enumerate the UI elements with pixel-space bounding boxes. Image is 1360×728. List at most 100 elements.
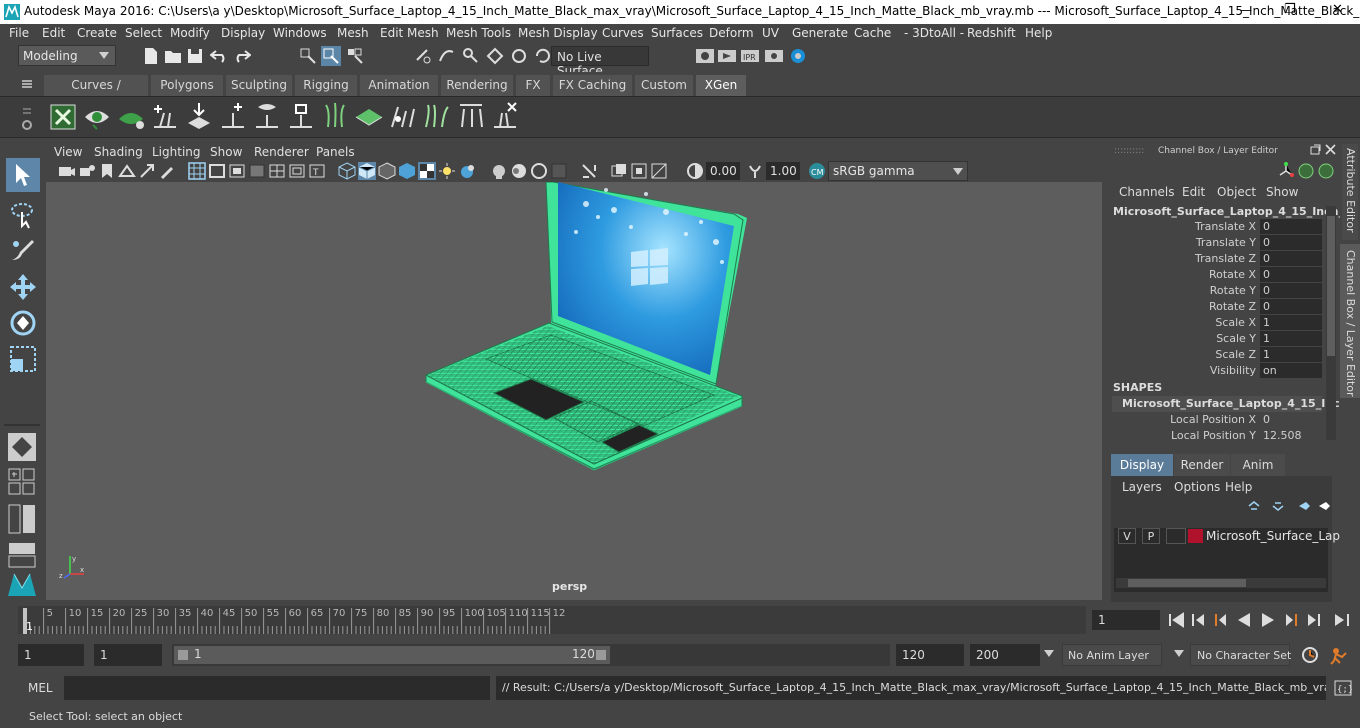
scrollbar-thumb[interactable] [1327, 216, 1335, 356]
layer-tab-anim[interactable]: Anim [1231, 454, 1285, 476]
menu-edit[interactable]: Edit [42, 26, 65, 40]
save-scene-icon[interactable] [187, 48, 203, 64]
xgen-guide-icon[interactable] [116, 103, 146, 131]
lasso-tool-icon[interactable] [8, 200, 38, 230]
menu-redshift[interactable]: Redshift [967, 26, 1016, 40]
script-editor-icon[interactable]: {;} [1334, 680, 1352, 696]
camera-attributes-icon[interactable] [78, 162, 96, 180]
shape-attr-row[interactable]: Local Position X0 [1108, 412, 1324, 428]
groom-patch-icon[interactable] [354, 101, 384, 131]
history-icon[interactable] [533, 46, 553, 66]
menu-mesh-tools[interactable]: Mesh Tools [446, 26, 511, 40]
tab-rendering[interactable]: Rendering [441, 75, 513, 96]
new-scene-icon[interactable] [143, 47, 159, 65]
guide-attribute-icon[interactable] [456, 101, 486, 131]
menu-cache[interactable]: Cache [854, 26, 891, 40]
snap-point-icon[interactable] [461, 46, 481, 66]
ipr-render-icon[interactable]: IPR [740, 47, 760, 65]
xray-components-icon[interactable] [630, 162, 648, 180]
attr-row[interactable]: Rotate Y0 [1108, 283, 1324, 299]
add-guide-icon[interactable] [150, 101, 180, 131]
tab-rigging[interactable]: Rigging [295, 75, 357, 96]
tab-fx-caching[interactable]: FX Caching [553, 75, 632, 96]
menu-uv[interactable]: UV [762, 26, 779, 40]
smooth-shade-icon[interactable] [358, 162, 376, 180]
xgen-preview-icon[interactable] [83, 103, 111, 131]
current-frame-field[interactable]: 1 [1092, 610, 1160, 630]
menu-help[interactable]: Help [1025, 26, 1052, 40]
menu-generate[interactable]: Generate [792, 26, 848, 40]
shape-name-row[interactable]: Microsoft_Surface_Laptop_4_15_Inc... [1112, 396, 1352, 412]
auto-key-icon[interactable] [1300, 645, 1320, 665]
use-all-lights-icon[interactable] [418, 162, 436, 180]
shelf-menu-icon[interactable] [20, 77, 34, 91]
menu-mesh-display[interactable]: Mesh Display [518, 26, 598, 40]
hyper-icon[interactable] [1317, 162, 1335, 180]
step-back-key-icon[interactable] [1212, 612, 1228, 628]
menu-display[interactable]: Display [221, 26, 265, 40]
menu-edit-mesh[interactable]: Edit Mesh [380, 26, 439, 40]
camera-select-icon[interactable] [58, 162, 76, 180]
film-gate-icon[interactable] [208, 162, 226, 180]
script-language-label[interactable]: MEL [28, 681, 53, 695]
shape-attr-row[interactable]: Local Position Y 12.508 [1108, 428, 1324, 444]
gamma-icon[interactable] [746, 162, 764, 180]
close-panel-icon[interactable] [1325, 144, 1336, 155]
attr-row[interactable]: Visibility on [1108, 363, 1324, 379]
shadows-icon[interactable] [438, 162, 456, 180]
xray-joints-icon[interactable] [610, 162, 628, 180]
chevron-down-icon[interactable] [1174, 650, 1184, 658]
shelf-options-icon[interactable] [20, 105, 34, 131]
vp-menu-show[interactable]: Show [210, 145, 242, 159]
range-handle-end[interactable] [596, 650, 606, 660]
attr-row[interactable]: Scale Y1 [1108, 331, 1324, 347]
menu-mesh[interactable]: Mesh [337, 26, 369, 40]
hypershade-icon[interactable] [788, 47, 808, 65]
cb-menu-channels[interactable]: Channels [1119, 185, 1175, 199]
minimize-button[interactable]: — [1240, 3, 1252, 17]
vp-menu-shading[interactable]: Shading [94, 145, 143, 159]
attr-row[interactable]: Translate X0 [1108, 219, 1324, 235]
bookmark-icon[interactable] [98, 162, 116, 180]
gamma-field[interactable]: 1.00 [766, 162, 800, 180]
cb-menu-object[interactable]: Object [1217, 185, 1256, 199]
field-chart-icon[interactable] [268, 162, 286, 180]
wireframe-icon[interactable] [338, 162, 356, 180]
move-layer-down-icon[interactable] [1271, 500, 1285, 512]
start-time-field[interactable]: 1 [18, 644, 84, 666]
close-button[interactable]: ✕ [1332, 2, 1343, 17]
render-settings-icon[interactable] [764, 47, 784, 65]
menu-deform[interactable]: Deform [709, 26, 754, 40]
layer-visibility-toggle[interactable]: V [1118, 528, 1136, 544]
speed-icon[interactable] [1297, 162, 1315, 180]
play-backward-icon[interactable] [1236, 612, 1252, 628]
menu-surfaces[interactable]: Surfaces [651, 26, 703, 40]
chevron-down-icon[interactable] [1044, 650, 1054, 658]
two-d-pan-zoom-icon[interactable] [138, 162, 156, 180]
time-ruler[interactable]: 5 10 15 20 25 30 35 40 45 50 55 60 65 70 75 80 85 90 95 100… [18, 606, 1086, 634]
textured-icon[interactable] [398, 162, 416, 180]
menu-create[interactable]: Create [77, 26, 117, 40]
vp-menu-panels[interactable]: Panels [316, 145, 355, 159]
menu-file[interactable]: File [9, 26, 29, 40]
lock-guides-icon[interactable] [286, 101, 316, 131]
bake-groom-icon[interactable] [388, 101, 418, 131]
attr-row[interactable]: Translate Y0 [1108, 235, 1324, 251]
open-scene-icon[interactable] [164, 48, 182, 64]
wireframe-on-shaded-icon[interactable] [378, 162, 396, 180]
character-set-select[interactable]: No Character Set [1190, 644, 1291, 666]
go-to-end-icon[interactable] [1334, 612, 1350, 628]
command-input[interactable] [64, 676, 490, 700]
layer-tab-render[interactable]: Render [1174, 454, 1230, 476]
select-hierarchy-icon[interactable] [299, 47, 317, 65]
live-surface-field[interactable]: No Live Surface [551, 46, 649, 78]
layer-name[interactable]: Microsoft_Surface_Lapto [1206, 529, 1352, 543]
undo-icon[interactable] [210, 49, 228, 63]
laptop-model[interactable] [46, 182, 1102, 600]
go-to-start-icon[interactable] [1168, 612, 1184, 628]
xgen-editor-icon[interactable] [50, 103, 76, 131]
step-forward-key-icon[interactable] [1284, 612, 1300, 628]
resolution-gate-icon[interactable] [228, 162, 246, 180]
drag-handle[interactable]: :::::::::: [1114, 146, 1144, 156]
play-forward-icon[interactable] [1260, 612, 1276, 628]
